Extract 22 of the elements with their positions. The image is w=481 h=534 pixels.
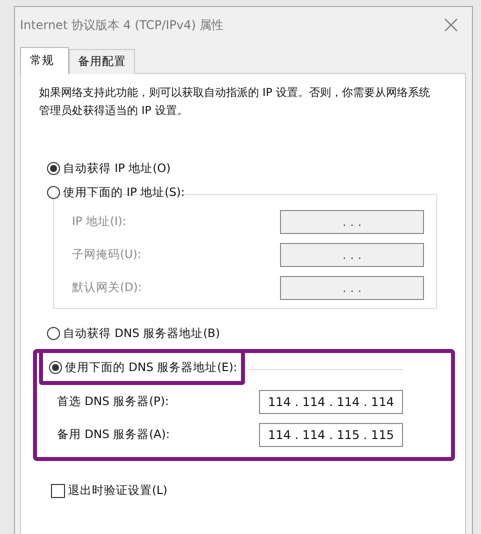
field-label: 首选 DNS 服务器(P):	[57, 394, 169, 409]
radio-label: 自动获得 DNS 服务器地址(B)	[63, 326, 220, 340]
radio-label: 使用下面的 IP 地址(S):	[63, 184, 185, 200]
field-label: 子网掩码(U):	[72, 247, 142, 262]
radio-label: 自动获得 IP 地址(O)	[63, 160, 171, 176]
dns-input-field[interactable]: 114 . 114 . 115 . 115	[259, 422, 403, 446]
radio-button[interactable]	[47, 186, 60, 198]
field-label: 备用 DNS 服务器(A):	[57, 427, 170, 442]
field-label: 默认网关(D):	[72, 280, 142, 295]
checkbox[interactable]	[51, 484, 65, 498]
checkbox-label: 退出时验证设置(L)	[68, 483, 168, 498]
field-label: IP 地址(I):	[72, 214, 126, 229]
close-icon[interactable]	[444, 18, 458, 32]
dns-input-field[interactable]: 114 . 114 . 114 . 114	[259, 390, 403, 414]
radio-button[interactable]	[47, 326, 60, 340]
radio-button[interactable]	[49, 360, 62, 374]
radio-button[interactable]	[47, 162, 60, 174]
window-title: Internet 协议版本 4 (TCP/IPv4) 属性	[20, 16, 224, 34]
tab[interactable]: 备用配置	[69, 49, 135, 74]
tab[interactable]: 常规	[20, 47, 69, 74]
description-text: 如果网络支持此功能，则可以获取自动指派的 IP 设置。否则，你需要从网络系统管理员处获得适当的 IP 设置。	[39, 85, 431, 119]
radio-label: 使用下面的 DNS 服务器地址(E):	[65, 360, 238, 374]
